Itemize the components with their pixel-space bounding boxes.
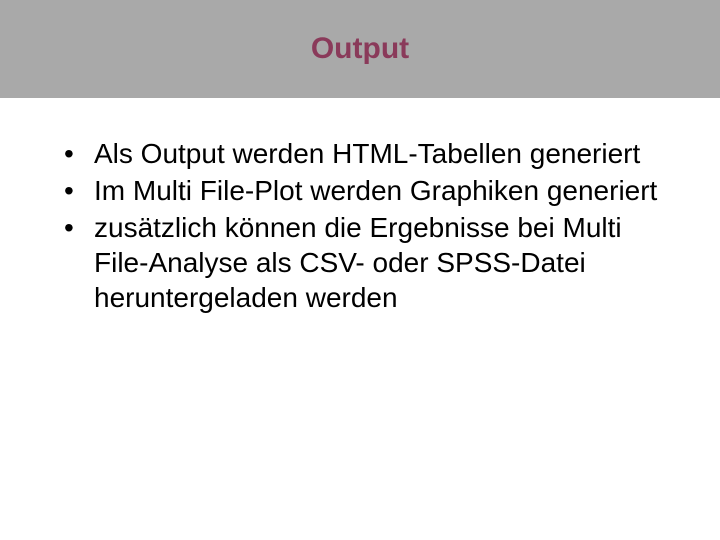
slide-content: Als Output werden HTML-Tabellen generier… bbox=[0, 98, 720, 315]
list-item: zusätzlich können die Ergebnisse bei Mul… bbox=[56, 210, 664, 315]
list-item: Als Output werden HTML-Tabellen generier… bbox=[56, 136, 664, 171]
list-item: Im Multi File-Plot werden Graphiken gene… bbox=[56, 173, 664, 208]
slide-title: Output bbox=[311, 32, 409, 66]
header-band: Output bbox=[0, 0, 720, 98]
bullet-list: Als Output werden HTML-Tabellen generier… bbox=[56, 136, 664, 315]
